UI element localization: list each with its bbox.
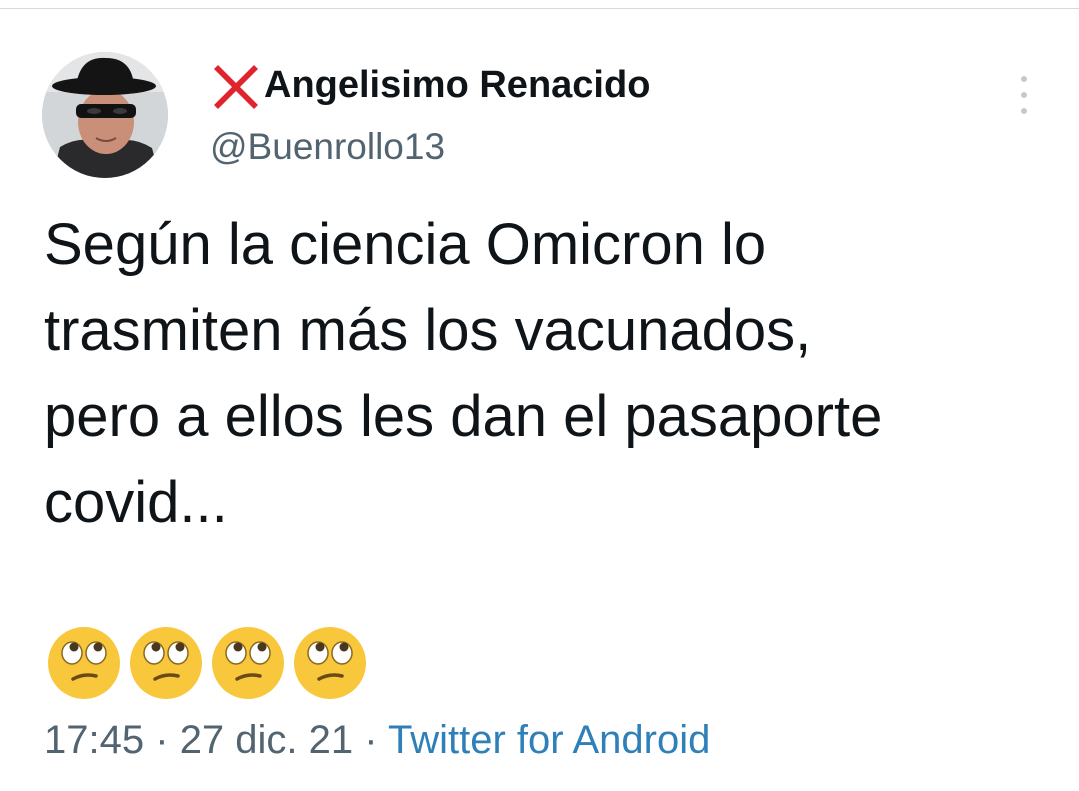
emoji-row: [46, 625, 368, 701]
cross-mark-icon: [214, 65, 258, 109]
top-divider: [0, 8, 1079, 9]
tweet-text-line: Según la ciencia Omicron lo: [44, 212, 767, 277]
tweet-time[interactable]: 17:45: [44, 718, 144, 762]
face-with-rolling-eyes-icon: [48, 627, 120, 699]
tweet-text: Según la ciencia Omicron lo trasmiten má…: [44, 202, 1054, 546]
meta-separator: ·: [364, 718, 378, 762]
tweet-text-line: pero a ellos les dan el pasaporte: [44, 384, 883, 449]
display-name: Angelisimo Renacido: [264, 63, 651, 106]
tweet-text-line: trasmiten más los vacunados,: [44, 298, 812, 363]
face-with-rolling-eyes-icon: [130, 627, 202, 699]
tweet-text-line: covid...: [44, 470, 228, 535]
face-with-rolling-eyes-icon: [294, 627, 366, 699]
more-vertical-icon[interactable]: [1013, 76, 1035, 114]
avatar[interactable]: [42, 52, 168, 178]
meta-separator: ·: [155, 718, 169, 762]
display-name-row[interactable]: Angelisimo Renacido: [210, 58, 650, 112]
face-with-rolling-eyes-icon: [212, 627, 284, 699]
tweet-source-link[interactable]: Twitter for Android: [388, 718, 710, 762]
tweet-metadata: 17:45 · 27 dic. 21 · Twitter for Android: [44, 718, 710, 763]
user-handle[interactable]: @Buenrollo13: [210, 126, 445, 168]
tweet-date[interactable]: 27 dic. 21: [180, 718, 353, 762]
